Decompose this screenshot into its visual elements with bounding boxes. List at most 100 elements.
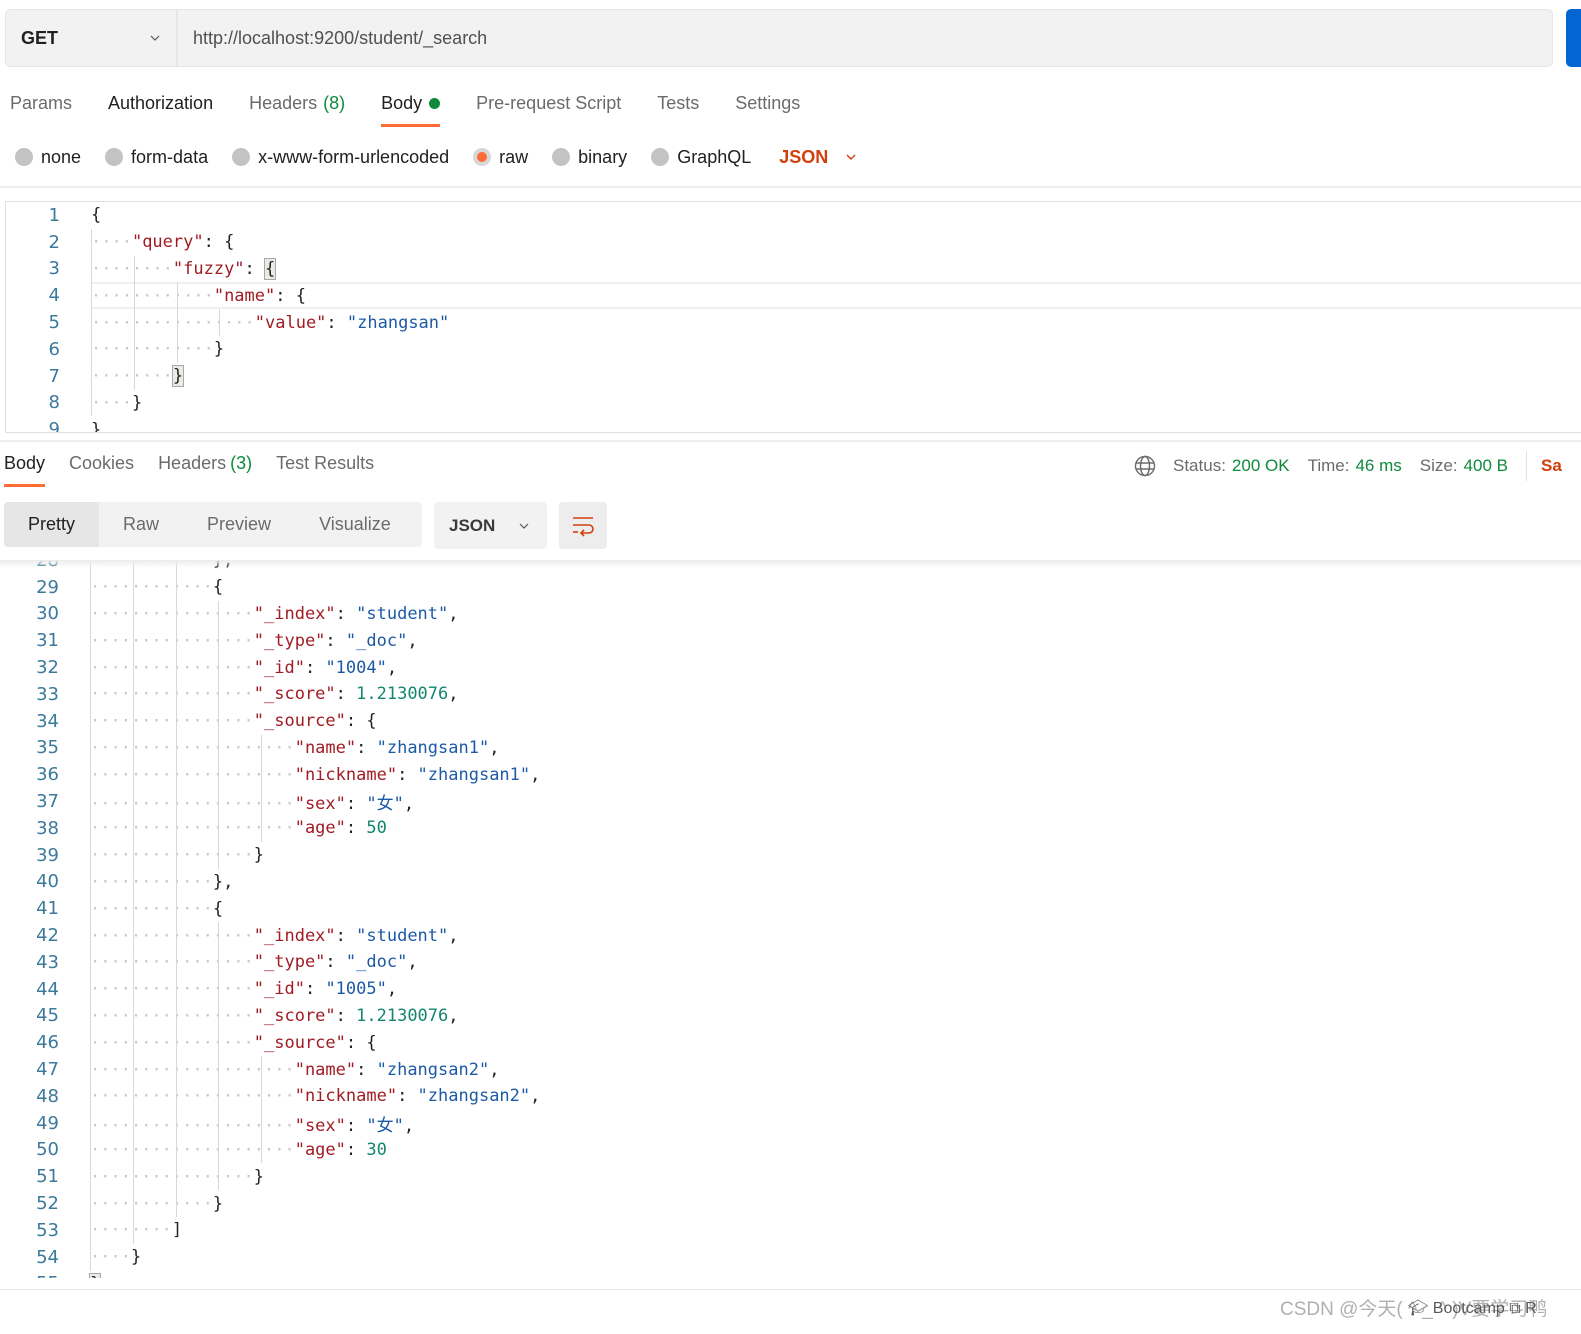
code-line: 45 ················"_score": 1.2130076,: [5, 1003, 1581, 1030]
tab-params[interactable]: Params: [10, 88, 72, 118]
code-line: 49 ····················"sex": "女",: [5, 1110, 1581, 1137]
raw-language-select[interactable]: JSON: [779, 147, 856, 168]
radio-none[interactable]: none: [15, 147, 81, 168]
tab-tests[interactable]: Tests: [657, 88, 699, 118]
response-body-viewer[interactable]: 28············},29············{30·······…: [5, 560, 1581, 1278]
line-number: 30: [36, 603, 59, 625]
tab-settings[interactable]: Settings: [735, 88, 800, 118]
json-number: 1.2130076: [356, 1005, 449, 1026]
json-key: "name": [294, 737, 357, 758]
radio-graphql[interactable]: GraphQL: [651, 147, 751, 168]
json-punct: ,: [403, 1115, 415, 1136]
indent-guide-line: [219, 309, 221, 336]
json-punct: ]: [171, 1220, 183, 1241]
json-punct: }: [213, 339, 225, 360]
indent-guide-line: [218, 600, 220, 869]
json-key: "_index": [253, 925, 336, 946]
json-punct: }: [131, 392, 143, 413]
indent-guide: ····················: [90, 764, 295, 785]
json-key: "nickname": [294, 764, 398, 785]
response-tab-cookies[interactable]: Cookies: [69, 453, 134, 474]
radio-form-data[interactable]: form-data: [105, 147, 208, 168]
code-line: 55}: [5, 1271, 1581, 1278]
bootcamp-button[interactable]: 🎓︎ Bootcamp ⧉ R: [1408, 1298, 1537, 1318]
code-line: 5 ················"value": "zhangsan": [6, 309, 1581, 336]
line-number: 48: [36, 1085, 59, 1107]
indent-guide: ····················: [90, 1139, 295, 1160]
radio-x-www-form-urlencoded[interactable]: x-www-form-urlencoded: [232, 147, 449, 168]
radio-circle[interactable]: [552, 148, 571, 166]
line-number: 5: [48, 312, 60, 334]
save-response-button[interactable]: Sa: [1541, 456, 1562, 476]
time-readout[interactable]: Time: 46 ms: [1308, 456, 1402, 476]
url-input[interactable]: http://localhost:9200/student/_search: [178, 28, 487, 49]
indent-guide: ················: [91, 312, 255, 333]
radio-circle[interactable]: [15, 148, 33, 166]
request-body-editor[interactable]: 1{2 ····"query": {3 ········"fuzzy": {4 ···…: [5, 201, 1581, 433]
radio-binary[interactable]: binary: [552, 147, 627, 168]
method-label: GET: [21, 27, 59, 48]
indent-guide: ····: [90, 1247, 131, 1268]
code-text: ····}: [91, 393, 142, 413]
tab-headers[interactable]: Headers (8): [249, 88, 345, 118]
indent-guide: ················: [90, 603, 254, 624]
code-line: 39 ················}: [5, 842, 1581, 869]
tab-label: Test Results: [276, 453, 375, 473]
tab-body[interactable]: Body: [381, 88, 441, 127]
tab-label: Authorization: [108, 92, 214, 113]
headers-count: (3): [230, 453, 253, 473]
size-readout[interactable]: Size: 400 B: [1420, 456, 1508, 476]
indent-guide: ····················: [90, 1059, 295, 1080]
code-text: ················"value": "zhangsan": [91, 313, 449, 333]
response-tab-test-results[interactable]: Test Results: [276, 453, 374, 474]
radio-circle[interactable]: [651, 148, 670, 166]
tab-authorization[interactable]: Authorization: [108, 88, 213, 118]
json-punct: ,: [448, 1005, 459, 1026]
json-punct: :: [345, 818, 367, 839]
code-text: ············}: [91, 339, 224, 359]
tab-label: Pre-request Script: [476, 92, 622, 113]
status-readout[interactable]: Status: 200 OK: [1173, 456, 1290, 476]
line-number: 4: [48, 285, 60, 307]
json-punct: :: [304, 979, 326, 1000]
code-text: ········"fuzzy": {: [91, 257, 277, 280]
globe-icon[interactable]: [1133, 454, 1157, 478]
json-punct: }: [253, 1166, 265, 1187]
indent-guide: ················: [90, 1032, 254, 1053]
line-number: 36: [36, 764, 59, 786]
tab-pre-request-script[interactable]: Pre-request Script: [476, 88, 621, 118]
json-key: "sex": [294, 1115, 346, 1136]
divider: [0, 186, 1581, 188]
tab-label: Cookies: [69, 453, 135, 473]
view-mode-pretty[interactable]: Pretty: [4, 502, 100, 547]
response-tab-headers[interactable]: Headers (3): [158, 453, 252, 474]
send-button[interactable]: [1566, 9, 1581, 67]
radio-label: x-www-form-urlencoded: [258, 146, 450, 167]
indent-guide: ················: [90, 711, 254, 732]
code-line: 1{: [6, 202, 1581, 229]
wrap-lines-button[interactable]: [559, 502, 607, 549]
json-punct: ,: [530, 764, 541, 785]
method-select[interactable]: GET: [6, 10, 178, 66]
radio-circle[interactable]: [232, 148, 251, 166]
line-number: 47: [36, 1059, 59, 1081]
response-tabs: Body Cookies Headers (3) Test Results: [4, 453, 398, 487]
radio-circle[interactable]: [105, 148, 124, 166]
view-mode-preview[interactable]: Preview: [183, 502, 295, 547]
line-number: 54: [36, 1246, 59, 1268]
response-tab-body[interactable]: Body: [4, 453, 46, 487]
json-key: "name": [294, 1059, 357, 1080]
response-format-select[interactable]: JSON: [434, 502, 547, 549]
json-key: "fuzzy": [172, 258, 245, 279]
json-punct: ,: [448, 603, 459, 624]
chevron-down-icon: [846, 154, 856, 160]
runner-label[interactable]: R: [1525, 1300, 1537, 1317]
line-number: 49: [36, 1112, 59, 1134]
view-mode-visualize[interactable]: Visualize: [295, 502, 415, 547]
code-text: ····················"name": "zhangsan1",: [90, 738, 499, 758]
view-mode-raw[interactable]: Raw: [99, 502, 183, 547]
code-text: ················}: [90, 1167, 264, 1187]
bootcamp-label: Bootcamp: [1432, 1300, 1505, 1317]
radio-circle[interactable]: [473, 148, 492, 166]
radio-raw[interactable]: raw: [473, 147, 528, 168]
